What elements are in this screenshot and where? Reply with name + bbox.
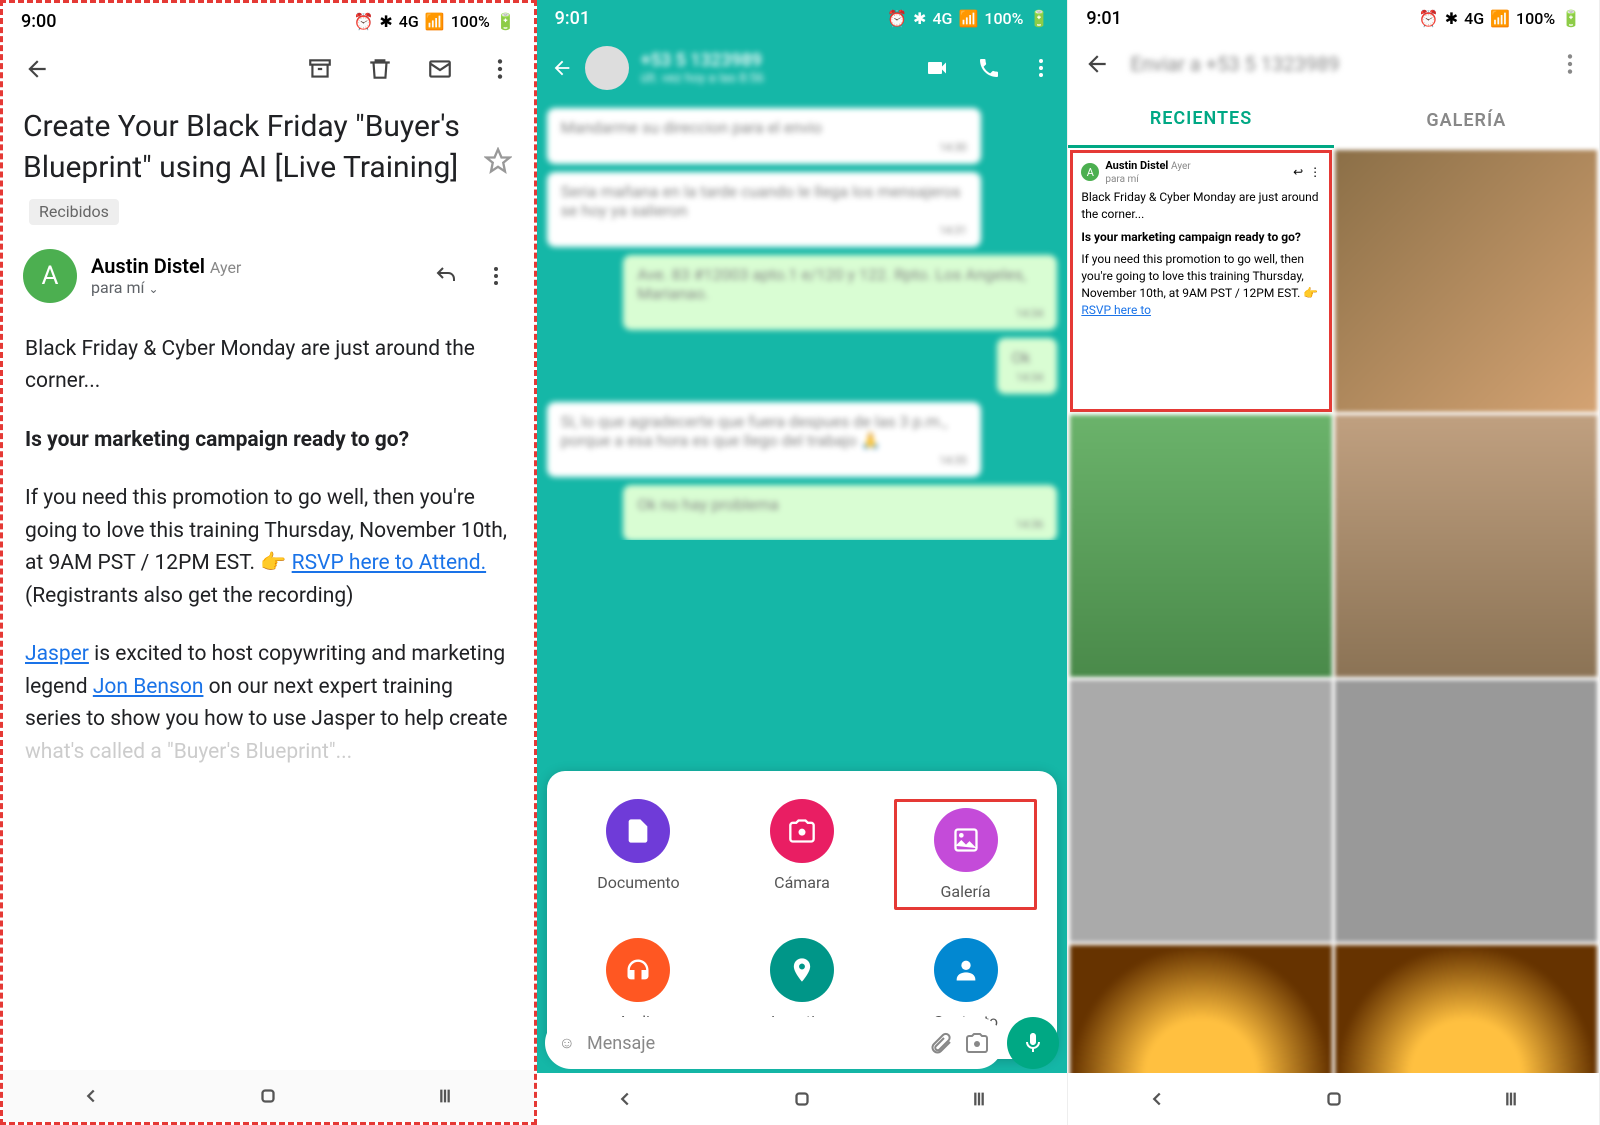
mic-button[interactable] bbox=[1007, 1017, 1059, 1069]
android-nav bbox=[3, 1070, 534, 1122]
back-button[interactable] bbox=[1084, 51, 1110, 77]
android-nav bbox=[537, 1073, 1068, 1125]
more-button[interactable] bbox=[1557, 51, 1583, 77]
status-time: 9:01 bbox=[1086, 8, 1121, 29]
chat-area[interactable]: Mandarme su direccion para el envio14:30… bbox=[537, 100, 1068, 540]
nav-recent[interactable] bbox=[968, 1088, 990, 1110]
sender-avatar[interactable]: A bbox=[23, 249, 77, 303]
nav-recent[interactable] bbox=[434, 1085, 456, 1107]
nav-home[interactable] bbox=[257, 1085, 279, 1107]
attach-gallery[interactable]: Galería bbox=[894, 799, 1038, 910]
gallery-grid[interactable]: A Austin Distel Ayerpara mí ↩ ⋮ Black Fr… bbox=[1068, 148, 1599, 1125]
star-button[interactable] bbox=[484, 147, 512, 175]
mail-button[interactable] bbox=[422, 51, 458, 87]
status-icons: ⏰✱4G📶100%🔋 bbox=[353, 12, 515, 31]
nav-back[interactable] bbox=[80, 1085, 102, 1107]
status-icons: ⏰✱4G📶100%🔋 bbox=[1419, 9, 1581, 28]
reply-button[interactable] bbox=[428, 258, 464, 294]
nav-back[interactable] bbox=[614, 1088, 636, 1110]
wa-header[interactable]: +53 5 1323989 últ. vez hoy a las 8:56 bbox=[537, 36, 1068, 100]
picker-header: Enviar a +53 5 1323989 bbox=[1068, 36, 1599, 92]
attachment-sheet: Documento Cámara Galería Audio Location … bbox=[547, 771, 1058, 1059]
call-icon[interactable] bbox=[977, 56, 1001, 80]
email-subject: Create Your Black Friday "Buyer's Bluepr… bbox=[3, 99, 534, 241]
sender-row[interactable]: A Austin Distel Ayer para mí ⌄ bbox=[3, 241, 534, 323]
gallery-item[interactable] bbox=[1335, 680, 1597, 942]
tab-recientes[interactable]: RECIENTES bbox=[1068, 92, 1333, 148]
emoji-icon[interactable]: ☺ bbox=[559, 1033, 575, 1053]
attach-icon[interactable] bbox=[929, 1031, 953, 1055]
status-bar: 9:00 ⏰✱4G📶100%🔋 bbox=[3, 3, 534, 39]
back-icon[interactable] bbox=[551, 57, 573, 79]
sender-more-button[interactable] bbox=[478, 258, 514, 294]
tabs: RECIENTES GALERÍA bbox=[1068, 92, 1599, 148]
attach-document[interactable]: Documento bbox=[567, 799, 711, 910]
camera-icon[interactable] bbox=[965, 1031, 989, 1055]
jon-benson-link[interactable]: Jon Benson bbox=[93, 675, 204, 699]
nav-back[interactable] bbox=[1146, 1088, 1168, 1110]
status-time: 9:00 bbox=[21, 11, 56, 32]
back-button[interactable] bbox=[19, 51, 55, 87]
tab-galeria[interactable]: GALERÍA bbox=[1334, 92, 1599, 148]
email-body: Black Friday & Cyber Monday are just aro… bbox=[3, 323, 534, 805]
message-input[interactable]: ☺ Mensaje bbox=[545, 1017, 1004, 1069]
archive-button[interactable] bbox=[302, 51, 338, 87]
inbox-label[interactable]: Recibidos bbox=[29, 199, 119, 225]
gmail-toolbar bbox=[3, 39, 534, 99]
status-icons: ⏰✱4G📶100%🔋 bbox=[887, 9, 1049, 28]
rsvp-link[interactable]: RSVP here to Attend. bbox=[292, 551, 486, 575]
android-nav bbox=[1068, 1073, 1599, 1125]
gallery-item[interactable] bbox=[1335, 150, 1597, 412]
wa-more-icon[interactable] bbox=[1029, 56, 1053, 80]
jasper-link[interactable]: Jasper bbox=[25, 642, 89, 666]
gallery-item[interactable] bbox=[1335, 415, 1597, 677]
status-time: 9:01 bbox=[555, 8, 590, 29]
gallery-item[interactable] bbox=[1070, 680, 1332, 942]
nav-recent[interactable] bbox=[1500, 1088, 1522, 1110]
contact-avatar[interactable] bbox=[585, 46, 629, 90]
more-button[interactable] bbox=[482, 51, 518, 87]
delete-button[interactable] bbox=[362, 51, 398, 87]
attach-camera[interactable]: Cámara bbox=[730, 799, 874, 910]
status-bar: 9:01 ⏰✱4G📶100%🔋 bbox=[1068, 0, 1599, 36]
gallery-item[interactable] bbox=[1070, 415, 1332, 677]
gallery-item-email-screenshot[interactable]: A Austin Distel Ayerpara mí ↩ ⋮ Black Fr… bbox=[1070, 150, 1332, 412]
nav-home[interactable] bbox=[1323, 1088, 1345, 1110]
nav-home[interactable] bbox=[791, 1088, 813, 1110]
video-call-icon[interactable] bbox=[925, 56, 949, 80]
status-bar: 9:01 ⏰✱4G📶100%🔋 bbox=[537, 0, 1068, 36]
